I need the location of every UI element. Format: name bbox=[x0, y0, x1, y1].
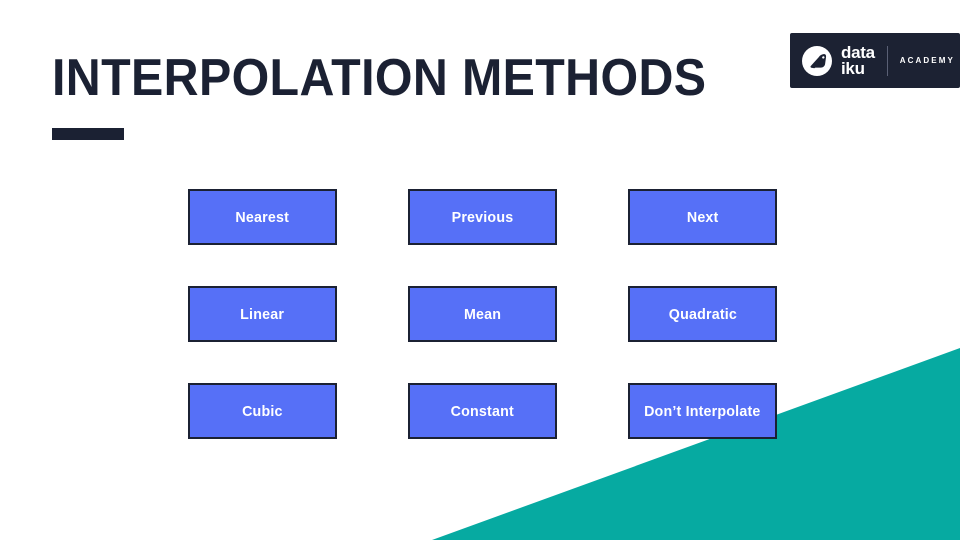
logo-divider bbox=[886, 45, 888, 76]
logo-word-iku: iku bbox=[841, 58, 865, 78]
method-label: Quadratic bbox=[668, 305, 737, 323]
method-box-nearest[interactable]: Nearest bbox=[188, 189, 337, 245]
title-block: INTERPOLATION METHODS bbox=[52, 50, 752, 140]
logo-wordmark: data iku bbox=[841, 44, 875, 78]
method-label: Don’t Interpolate bbox=[644, 402, 761, 420]
method-label: Mean bbox=[463, 305, 502, 323]
method-box-next[interactable]: Next bbox=[628, 189, 777, 245]
method-box-linear[interactable]: Linear bbox=[188, 286, 337, 342]
method-label: Previous bbox=[451, 208, 514, 226]
method-label: Linear bbox=[240, 305, 285, 323]
method-box-constant[interactable]: Constant bbox=[408, 383, 557, 439]
method-box-mean[interactable]: Mean bbox=[408, 286, 557, 342]
method-label: Nearest bbox=[235, 208, 290, 226]
dataiku-bird-icon bbox=[802, 45, 832, 76]
title-underline-rule bbox=[52, 128, 124, 140]
method-box-quadratic[interactable]: Quadratic bbox=[628, 286, 777, 342]
method-box-dont-interpolate[interactable]: Don’t Interpolate bbox=[628, 383, 777, 439]
logo-academy-label: ACADEMY bbox=[899, 56, 955, 65]
page-title: INTERPOLATION METHODS bbox=[52, 49, 707, 107]
method-label: Next bbox=[686, 208, 719, 226]
interpolation-methods-grid: Nearest Previous Next Linear Mean Quadra… bbox=[188, 189, 777, 439]
method-label: Cubic bbox=[242, 402, 283, 420]
method-box-previous[interactable]: Previous bbox=[408, 189, 557, 245]
method-box-cubic[interactable]: Cubic bbox=[188, 383, 337, 439]
slide-canvas: INTERPOLATION METHODS data iku ACADEMY N… bbox=[0, 0, 960, 540]
method-label: Constant bbox=[450, 402, 515, 420]
dataiku-academy-logo: data iku ACADEMY bbox=[790, 33, 960, 88]
